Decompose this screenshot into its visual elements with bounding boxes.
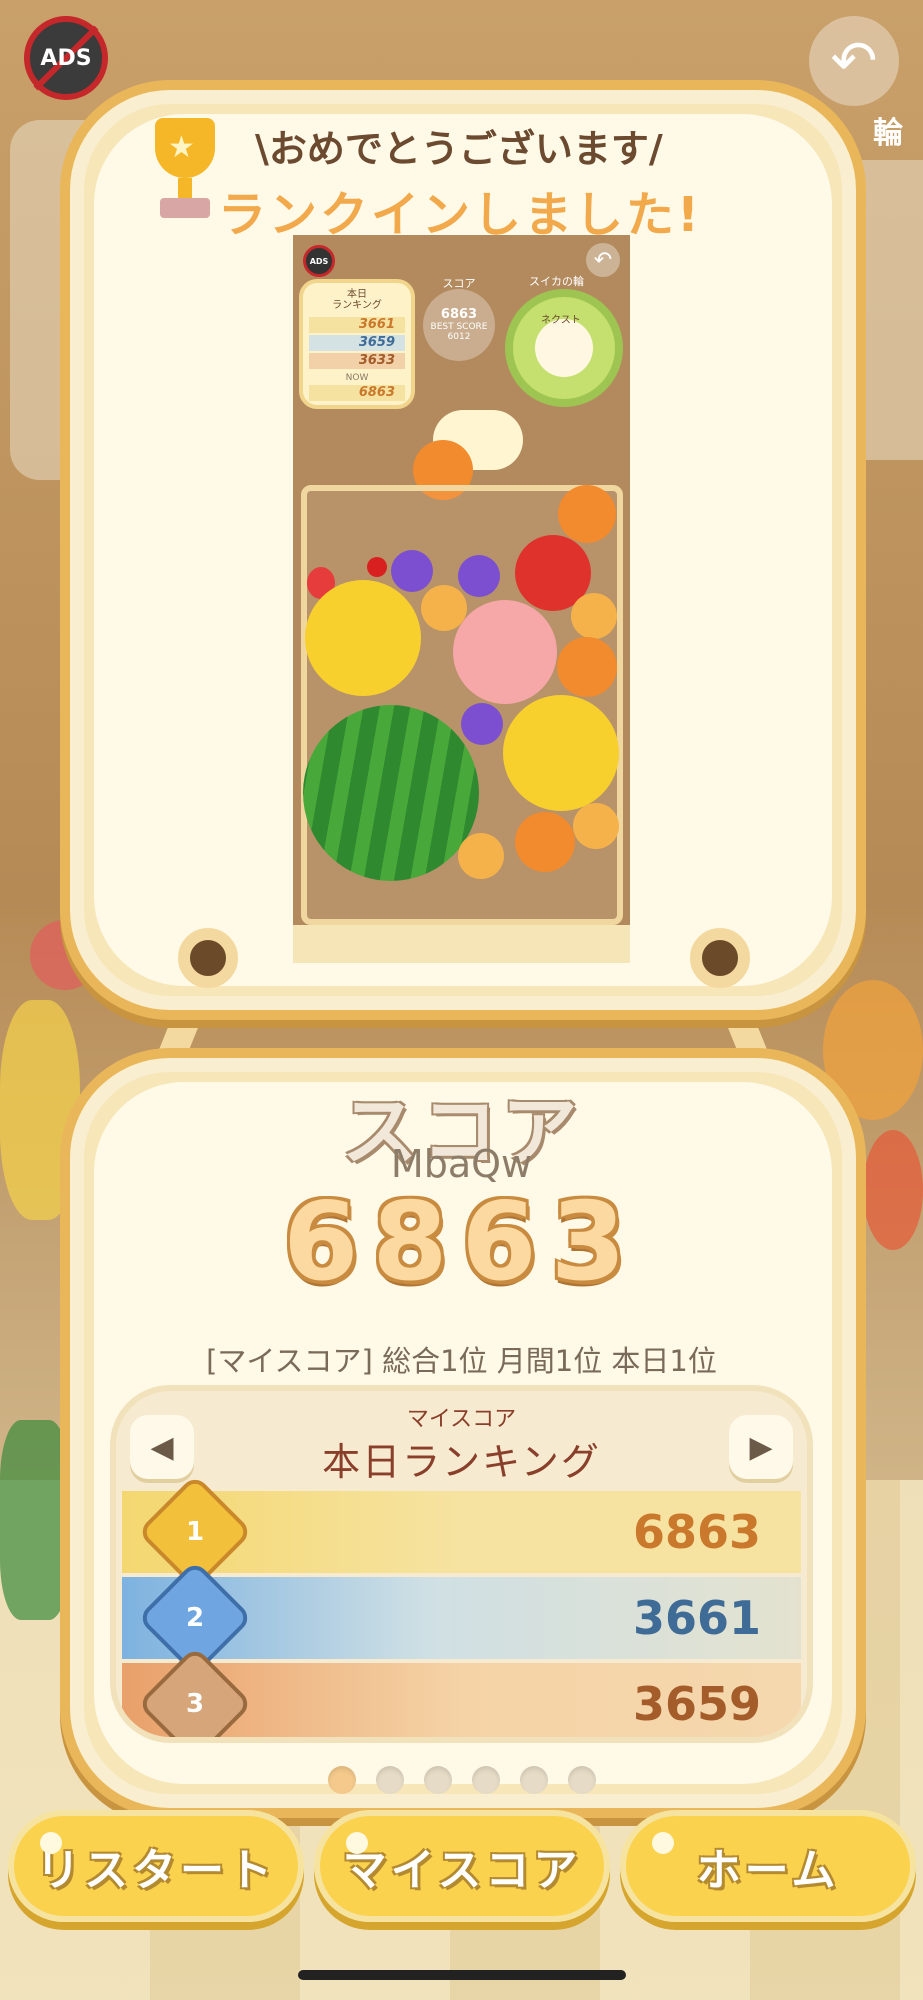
thumb-no-ads-icon: ADS xyxy=(303,245,335,277)
thumb-fruit-ring xyxy=(505,289,623,407)
final-score: 6863 xyxy=(283,1180,640,1305)
page-dot[interactable] xyxy=(327,1766,356,1794)
ranking-score: 3659 xyxy=(632,1677,761,1731)
thumb-ring-label: スイカの輪 xyxy=(529,275,584,288)
orange-fruit xyxy=(458,833,504,879)
ranking-panel: ◀ マイスコア 本日ランキング ▶ 1 6863 2 3661 3 3659 xyxy=(110,1385,813,1743)
my-rank-summary: [マイスコア] 総合1位 月間1位 本日1位 xyxy=(206,1344,717,1378)
peach-fruit xyxy=(453,600,557,704)
thumb-ranking-panel: 本日 ランキング 3661 3659 3633 NOW 6863 xyxy=(299,279,415,409)
thumb-next-label: ネクスト xyxy=(541,315,581,326)
undo-button[interactable]: ↶ xyxy=(809,16,899,106)
page-dot[interactable] xyxy=(567,1766,596,1794)
ranking-row: 2 3661 xyxy=(122,1560,801,1676)
my-score-label: マイスコア xyxy=(342,1845,582,1896)
restart-label: リスタート xyxy=(36,1845,276,1896)
thumb-rank-row-now: 6863 xyxy=(309,385,405,401)
thumb-undo-icon: ↶ xyxy=(586,243,620,277)
grape-fruit xyxy=(461,703,503,745)
grape-fruit xyxy=(458,555,500,597)
page-indicator xyxy=(0,1766,923,1794)
ranking-subtitle: マイスコア xyxy=(406,1407,517,1432)
trophy-icon: ★ xyxy=(140,118,230,228)
thumb-rank-row: 3633 xyxy=(309,353,405,369)
thumb-score-bubble: スコア 6863 BEST SCORE 6012 xyxy=(423,277,495,361)
cherry-fruit xyxy=(367,557,387,577)
pineapple-fruit xyxy=(503,695,619,811)
ranking-score: 3661 xyxy=(632,1591,761,1645)
orange-fruit xyxy=(557,637,617,697)
thumb-best-value: 6012 xyxy=(447,332,471,342)
rope-ring xyxy=(178,928,238,988)
gameplay-screenshot: ADS ↶ 本日 ランキング 3661 3659 3633 NOW 6863 ス… xyxy=(293,235,630,963)
ranking-row: 3 3659 xyxy=(122,1646,801,1737)
watermelon-fruit xyxy=(303,705,479,881)
ranking-row: 1 6863 xyxy=(122,1474,801,1590)
thumb-now-label: NOW xyxy=(345,373,369,383)
thumb-score-label: スコア xyxy=(442,277,476,290)
pineapple-fruit xyxy=(305,580,421,696)
home-indicator[interactable] xyxy=(298,1970,626,1980)
orange-fruit xyxy=(571,593,617,639)
thumb-ranking-title: 本日 ランキング xyxy=(332,289,382,311)
thumb-score-value: 6863 xyxy=(440,307,478,322)
next-ranking-button[interactable]: ▶ xyxy=(729,1415,793,1479)
orange-fruit xyxy=(558,485,616,543)
thumb-best-label: BEST SCORE xyxy=(430,322,488,332)
bronze-medal-icon: 3 xyxy=(137,1646,253,1737)
page-dot[interactable] xyxy=(519,1766,548,1794)
orange-fruit xyxy=(515,812,575,872)
home-label: ホーム xyxy=(696,1845,840,1896)
ranking-title: 本日ランキング xyxy=(322,1440,601,1484)
restart-button[interactable]: リスタート xyxy=(8,1810,304,1922)
no-ads-icon: ADS xyxy=(40,45,92,71)
ring-label: 輪 xyxy=(873,116,903,151)
grape-fruit xyxy=(391,550,433,592)
orange-fruit xyxy=(573,803,619,849)
undo-icon: ↶ xyxy=(830,28,878,94)
thumb-floor xyxy=(293,925,630,963)
page-dot[interactable] xyxy=(375,1766,404,1794)
thumb-rank-row: 3659 xyxy=(309,335,405,351)
page-dot[interactable] xyxy=(471,1766,500,1794)
ranking-score: 6863 xyxy=(632,1505,761,1559)
my-score-button[interactable]: マイスコア xyxy=(314,1810,610,1922)
rope-ring xyxy=(690,928,750,988)
right-arrow-icon: ▶ xyxy=(749,1429,773,1465)
congrats-line1: \おめでとうございます/ xyxy=(255,127,663,171)
no-ads-button[interactable]: ADS xyxy=(24,16,108,100)
home-button[interactable]: ホーム xyxy=(620,1810,916,1922)
page-dot[interactable] xyxy=(423,1766,452,1794)
thumb-rank-row: 3661 xyxy=(309,317,405,333)
